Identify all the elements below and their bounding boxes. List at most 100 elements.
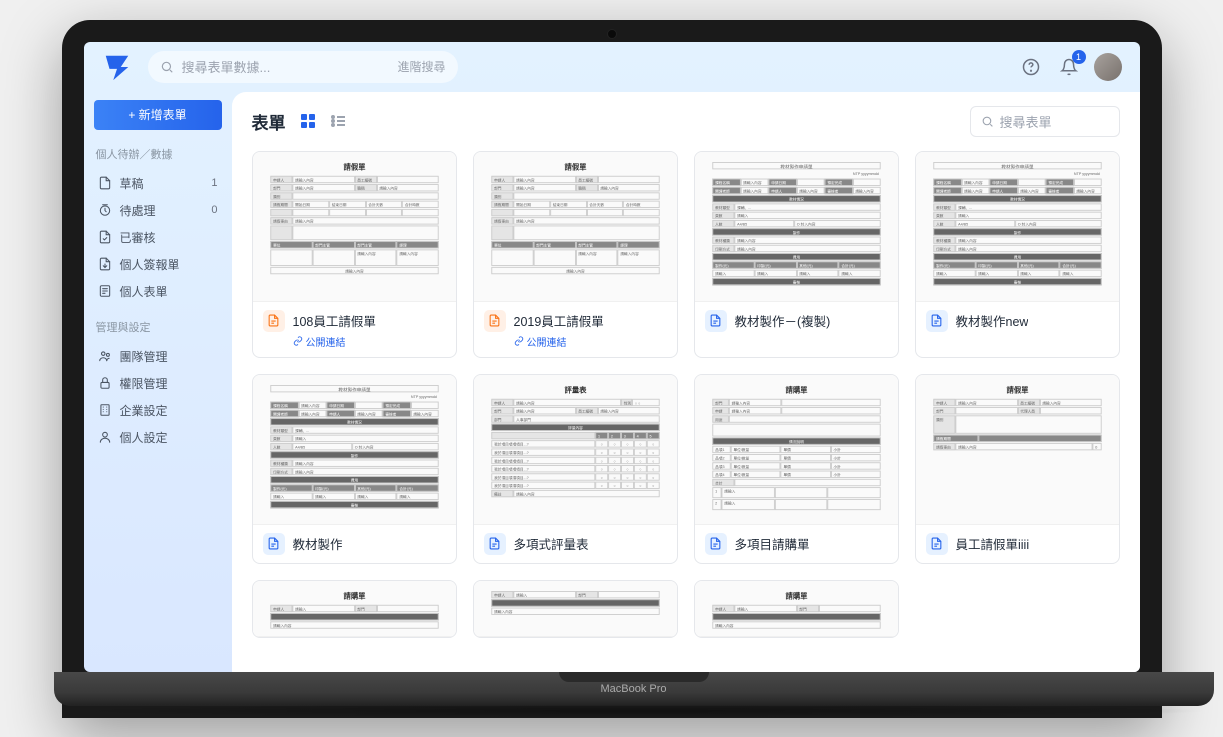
sidebar-item-label: 團隊管理 [120, 348, 168, 365]
public-link[interactable]: 公開連結 [514, 334, 667, 349]
card-footer: 多項目請購單 [695, 525, 898, 563]
building-icon [98, 403, 112, 417]
clock-icon [98, 203, 112, 217]
lock-icon [98, 376, 112, 390]
sidebar-item-label: 個人表單 [120, 283, 168, 300]
form-card[interactable]: 請假單申請人請輸入內容員工編號部門請輸入內容職稱請輸入內容類別請假期間開始日期結… [473, 151, 678, 358]
form-search-placeholder: 搜尋表單 [1000, 112, 1052, 131]
card-footer: 2019員工請假單 公開連結 [474, 302, 677, 357]
new-form-button[interactable]: + 新增表單 [94, 100, 222, 130]
help-button[interactable] [1018, 54, 1044, 80]
list-view-button[interactable] [328, 111, 348, 131]
app-body: + 新增表單 個人待辦／數據 草稿1待處理0已審核個人簽報單個人表單 管理與設定… [84, 92, 1140, 672]
form-title: 教材製作－(複製) [735, 311, 831, 330]
card-footer: 教材製作－(複製) [695, 302, 898, 340]
form-type-icon [926, 310, 948, 332]
sidebar-item-signed[interactable]: 個人簽報單 [94, 251, 222, 278]
sidebar-item-user[interactable]: 個人設定 [94, 424, 222, 451]
form-card[interactable]: 教材製作申請單NTP yyyymmdd課程名稱請輸入內容申請日期預定完成開課老師… [915, 151, 1120, 358]
file-icon [98, 230, 112, 244]
form-card[interactable]: 請假單申請人請輸入內容員工編號部門請輸入內容職稱請輸入內容類別請假期間開始日期結… [252, 151, 457, 358]
sidebar-item-lock[interactable]: 權限管理 [94, 370, 222, 397]
card-footer: 108員工請假單 公開連結 [253, 302, 456, 357]
sidebar: + 新增表單 個人待辦／數據 草稿1待處理0已審核個人簽報單個人表單 管理與設定… [84, 92, 232, 672]
form-title: 2019員工請假單 [514, 311, 604, 330]
signed-icon [98, 257, 112, 271]
card-preview: 教材製作申請單NTP yyyymmdd課程名稱請輸入內容申請日期預定完成開課老師… [916, 152, 1119, 302]
card-preview: 請假單申請人請輸入內容員工編號部門請輸入內容職稱請輸入內容類別請假期間開始日期結… [253, 152, 456, 302]
form-card[interactable]: 教材製作申請單NTP yyyymmdd課程名稱請輸入內容申請日期預定完成開課老師… [694, 151, 899, 358]
app-logo[interactable] [98, 48, 136, 86]
sidebar-item-label: 待處理 [120, 202, 156, 219]
form-card[interactable]: 請假單申請人請輸入內容員工編號請輸入內容部門代理人員類別請假期間請假事由請輸入內… [915, 374, 1120, 564]
draft-icon [98, 176, 112, 190]
sidebar-item-clock[interactable]: 待處理 0 [94, 197, 222, 224]
screen: 搜尋表單數據... 進階搜尋 1 + 新增表單 個人待辦／數據 [84, 42, 1140, 672]
sidebar-item-building[interactable]: 企業設定 [94, 397, 222, 424]
sidebar-item-label: 已審核 [120, 229, 156, 246]
form-card[interactable]: 請購單申請人請輸入部門請輸入內容 [694, 580, 899, 638]
sidebar-item-label: 個人設定 [120, 429, 168, 446]
main-panel: 表單 搜尋表單 [232, 92, 1140, 672]
document-icon [267, 537, 280, 550]
form-card[interactable]: 申請人請輸入部門請輸入內容 [473, 580, 678, 638]
laptop-base: MacBook Pro [54, 672, 1214, 706]
sidebar-section-personal: 個人待辦／數據 [94, 140, 222, 168]
form-type-icon [263, 310, 285, 332]
laptop-frame: 搜尋表單數據... 進階搜尋 1 + 新增表單 個人待辦／數據 [62, 20, 1162, 718]
page-title: 表單 [252, 109, 286, 134]
document-icon [709, 537, 722, 550]
help-icon [1022, 58, 1040, 76]
card-preview: 請購單部門請輸入內容申請請輸入內容用途情況說明品項1單位/數量單價小計品項2單位… [695, 375, 898, 525]
form-type-icon [705, 533, 727, 555]
grid-view-button[interactable] [298, 111, 318, 131]
form-title: 多項式評量表 [514, 534, 589, 553]
form-title: 多項目請購單 [735, 534, 810, 553]
search-icon [981, 115, 994, 128]
form-type-icon [263, 533, 285, 555]
card-preview: 評量表申請人請輸入內容性別○ ○部門請輸入內容員工編號請輸入內容部門人事部門評量… [474, 375, 677, 525]
sidebar-item-label: 權限管理 [120, 375, 168, 392]
card-footer: 教材製作new [916, 302, 1119, 340]
form-card[interactable]: 評量表申請人請輸入內容性別○ ○部門請輸入內容員工編號請輸入內容部門人事部門評量… [473, 374, 678, 564]
device-label: MacBook Pro [600, 683, 666, 695]
list-icon [330, 113, 346, 129]
sidebar-item-label: 企業設定 [120, 402, 168, 419]
public-link[interactable]: 公開連結 [293, 334, 446, 349]
sidebar-item-count: 0 [211, 204, 217, 216]
document-icon [930, 314, 943, 327]
card-footer: 教材製作 [253, 525, 456, 563]
sidebar-item-form[interactable]: 個人表單 [94, 278, 222, 305]
sidebar-item-file[interactable]: 已審核 [94, 224, 222, 251]
sidebar-item-draft[interactable]: 草稿 1 [94, 170, 222, 197]
card-preview: 請假單申請人請輸入內容員工編號部門請輸入內容職稱請輸入內容類別請假期間開始日期結… [474, 152, 677, 302]
sidebar-item-team[interactable]: 團隊管理 [94, 343, 222, 370]
form-card[interactable]: 請購單部門請輸入內容申請請輸入內容用途情況說明品項1單位/數量單價小計品項2單位… [694, 374, 899, 564]
card-preview: 教材製作申請單NTP yyyymmdd課程名稱請輸入內容申請日期預定完成開課老師… [253, 375, 456, 525]
main-header: 表單 搜尋表單 [232, 92, 1140, 147]
card-preview: 請購單申請人請輸入部門請輸入內容 [253, 581, 456, 637]
sidebar-item-count: 1 [211, 177, 217, 189]
forms-grid: 請假單申請人請輸入內容員工編號部門請輸入內容職稱請輸入內容類別請假期間開始日期結… [232, 147, 1140, 672]
link-icon [514, 336, 524, 346]
global-search[interactable]: 搜尋表單數據... 進階搜尋 [148, 51, 458, 83]
topbar: 搜尋表單數據... 進階搜尋 1 [84, 42, 1140, 92]
advanced-search-link[interactable]: 進階搜尋 [397, 58, 445, 75]
card-preview: 請購單申請人請輸入部門請輸入內容 [695, 581, 898, 637]
card-preview: 教材製作申請單NTP yyyymmdd課程名稱請輸入內容申請日期預定完成開課老師… [695, 152, 898, 302]
user-icon [98, 430, 112, 444]
document-icon [267, 314, 280, 327]
notification-badge: 1 [1072, 50, 1086, 64]
form-card[interactable]: 教材製作申請單NTP yyyymmdd課程名稱請輸入內容申請日期預定完成開課老師… [252, 374, 457, 564]
form-card[interactable]: 請購單申請人請輸入部門請輸入內容 [252, 580, 457, 638]
form-title: 教材製作new [956, 311, 1029, 330]
user-avatar[interactable] [1094, 53, 1122, 81]
form-icon [98, 284, 112, 298]
search-icon [160, 60, 174, 74]
view-toggle [298, 111, 348, 131]
document-icon [930, 537, 943, 550]
form-search-input[interactable]: 搜尋表單 [970, 106, 1120, 137]
sidebar-item-label: 草稿 [120, 175, 144, 192]
notifications-button[interactable]: 1 [1056, 54, 1082, 80]
form-type-icon [705, 310, 727, 332]
